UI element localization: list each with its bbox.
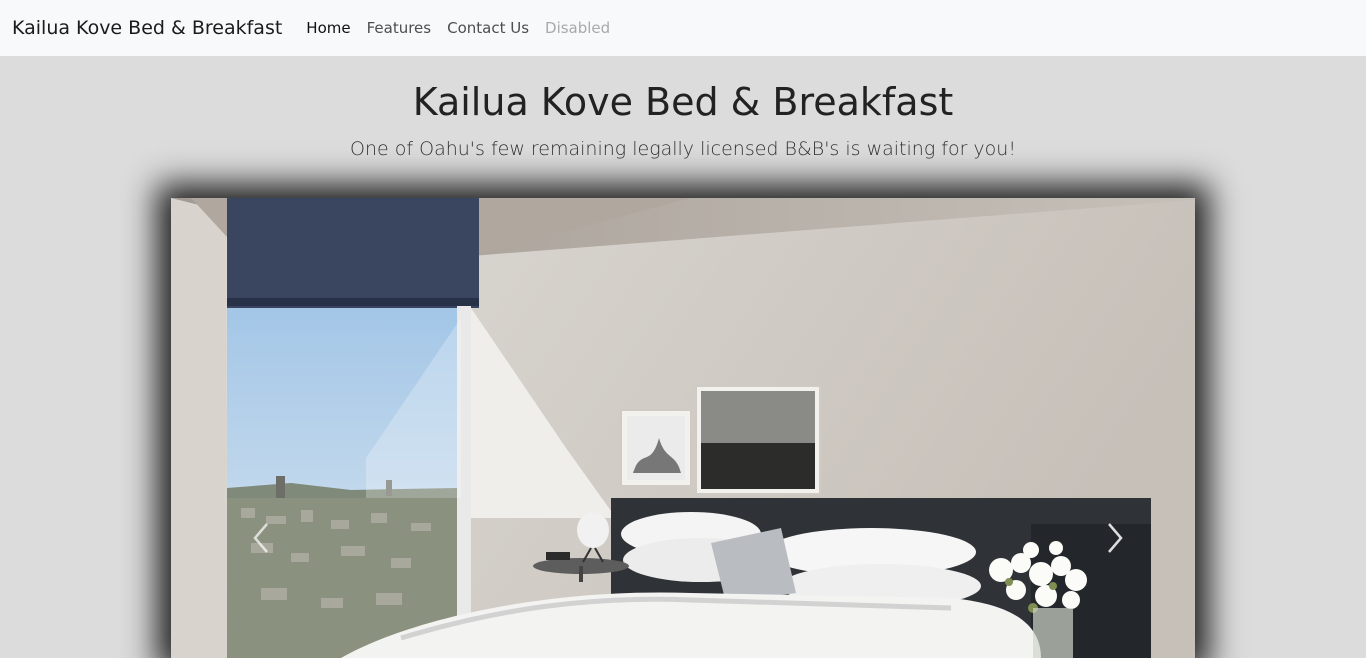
nav-link-home[interactable]: Home [298,19,358,37]
bedroom-photo [171,198,1195,658]
navbar: Kailua Kove Bed & Breakfast Home Feature… [0,0,1366,56]
carousel-prev-button[interactable] [241,518,281,558]
page-subtitle: One of Oahu's few remaining legally lice… [350,138,1016,160]
chevron-right-icon [1108,523,1123,553]
nav-link-contact[interactable]: Contact Us [439,19,537,37]
navbar-brand[interactable]: Kailua Kove Bed & Breakfast [12,17,282,39]
nav-link-features[interactable]: Features [359,19,440,37]
carousel-next-button[interactable] [1095,518,1135,558]
chevron-left-icon [253,523,268,553]
nav-link-disabled: Disabled [545,19,611,37]
page-title: Kailua Kove Bed & Breakfast [412,80,954,124]
image-carousel[interactable] [171,198,1195,658]
